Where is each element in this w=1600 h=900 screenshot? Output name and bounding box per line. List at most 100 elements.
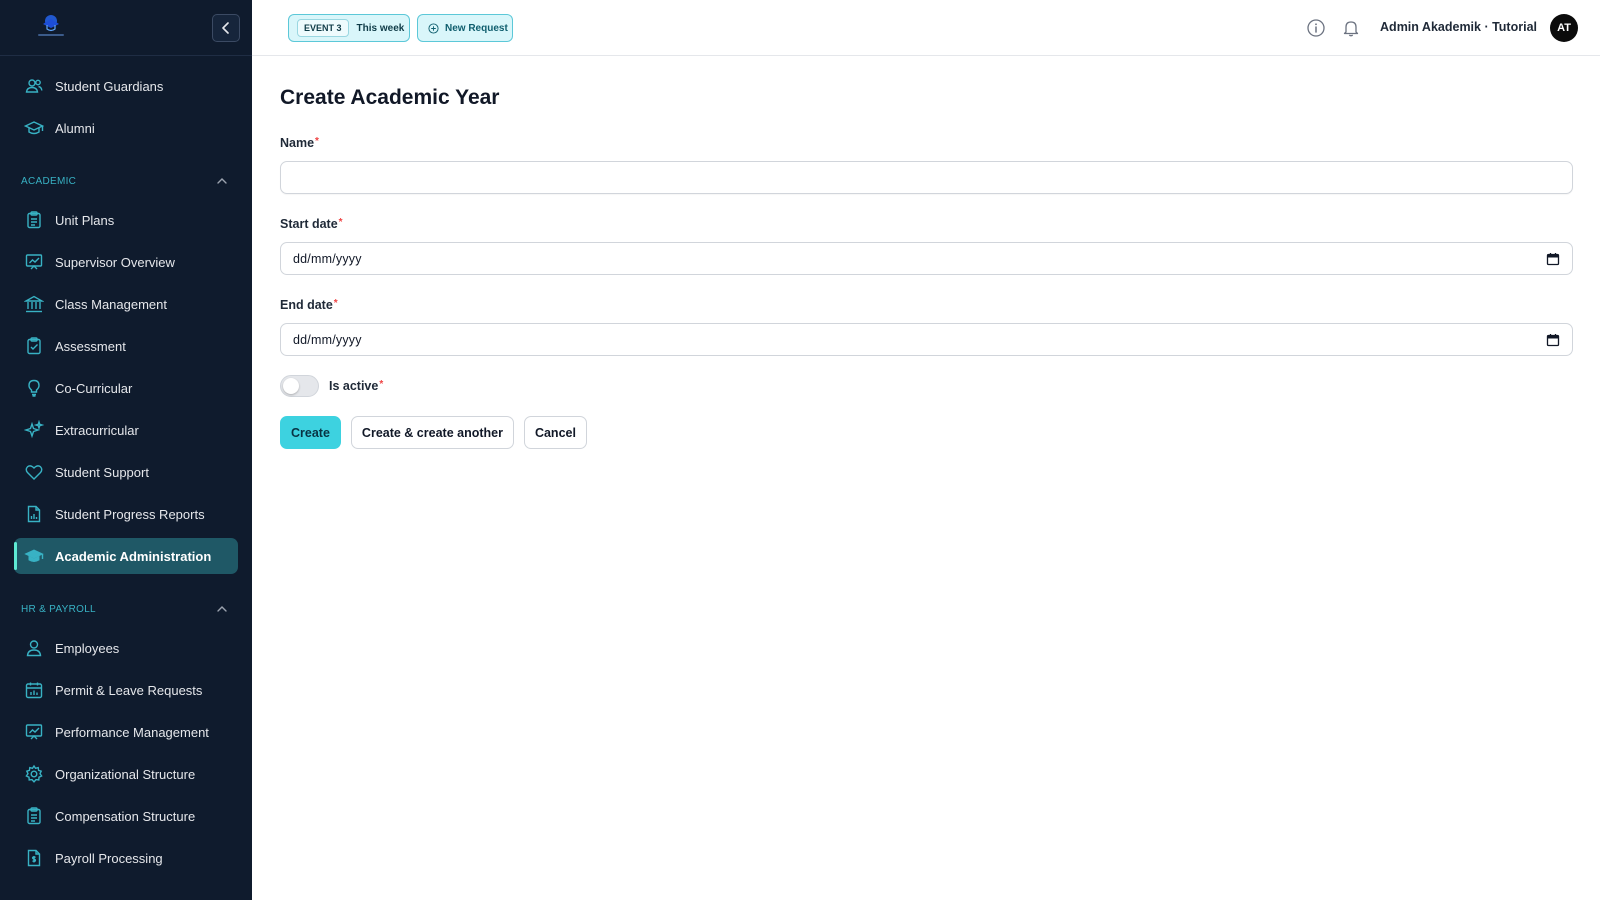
sidebar-item-student-support[interactable]: Student Support [14,454,238,490]
sidebar-item-supervisor-overview[interactable]: Supervisor Overview [14,244,238,280]
required-mark: * [333,298,338,309]
form-actions: Create Create & create another Cancel [280,416,1573,449]
collapse-sidebar-button[interactable] [212,14,240,42]
sidebar-group-academic[interactable]: ACADEMIC [21,166,228,196]
create-button[interactable]: Create [280,416,341,449]
sidebar-item-label: Compensation Structure [55,808,196,824]
create-another-button[interactable]: Create & create another [350,416,514,449]
sidebar-item-label: Permit & Leave Requests [55,682,203,698]
cancel-button[interactable]: Cancel [523,416,587,449]
sparkles-icon [24,420,44,440]
sidebar-item-academic-administration[interactable]: Academic Administration [14,538,238,574]
presentation-chart-icon [24,722,44,742]
info-icon[interactable] [1306,18,1326,38]
chevron-left-icon [222,22,229,34]
sidebar-item-permit-leave-requests[interactable]: Permit & Leave Requests [14,672,238,708]
sidebar-nav: Student Guardians Alumni ACADEMIC Unit P… [0,56,252,876]
new-request-label: New Request [445,22,508,34]
sidebar-item-label: Employees [55,640,120,656]
sidebar-item-alumni[interactable]: Alumni [14,110,238,146]
is-active-toggle[interactable] [280,375,319,397]
sidebar-item-employees[interactable]: Employees [14,630,238,666]
sidebar-item-label: Organizational Structure [55,766,196,782]
clipboard-icon [24,806,44,826]
end-date-field[interactable]: dd/mm/yyyy [280,323,1573,356]
clipboard-check-icon [24,336,44,356]
sidebar-item-student-progress-reports[interactable]: Student Progress Reports [14,496,238,532]
chevron-up-icon [217,178,227,184]
sidebar-item-label: Student Progress Reports [55,506,205,522]
sidebar-item-label: Co-Curricular [55,380,133,396]
school-logo-icon[interactable] [34,12,68,40]
create-academic-year-form: Create Academic Year Name* Start date* d… [280,56,1573,449]
topbar: EVENT 3 This week New Request Admin Akad… [252,0,1600,56]
sidebar-item-class-management[interactable]: Class Management [14,286,238,322]
sidebar-item-compensation-structure[interactable]: Compensation Structure [14,798,238,834]
calendar-icon[interactable] [1546,333,1560,347]
sidebar-item-extracurricular[interactable]: Extracurricular [14,412,238,448]
start-date-placeholder: dd/mm/yyyy [293,252,362,266]
plus-circle-icon [428,22,439,34]
page-title: Create Academic Year [280,86,500,109]
start-date-field[interactable]: dd/mm/yyyy [280,242,1573,275]
sidebar-header [0,0,252,56]
presentation-chart-icon [24,252,44,272]
new-request-button[interactable]: New Request [417,14,513,42]
event-badge: EVENT 3 [297,19,349,37]
sidebar-item-label: Student Support [55,464,149,480]
sidebar-item-label: Student Guardians [55,78,164,94]
is-active-row: Is active* [280,374,1573,398]
sidebar-item-label: Payroll Processing [55,850,163,866]
chevron-up-icon [217,606,227,612]
group-title: ACADEMIC [21,175,77,187]
sidebar-group-hr-payroll[interactable]: HR & PAYROLL [21,594,228,624]
calendar-chart-icon [24,680,44,700]
users-icon [24,76,44,96]
sidebar-item-organizational-structure[interactable]: Organizational Structure [14,756,238,792]
required-mark: * [315,136,319,147]
start-date-label-text: Start date [280,217,338,231]
event-period: This week [356,22,405,34]
is-active-label-text: Is active [329,379,379,393]
user-name[interactable]: Admin Akademik · Tutorial [1380,20,1537,34]
document-dollar-icon [24,848,44,868]
heart-icon [24,462,44,482]
sidebar-item-label: Supervisor Overview [55,254,175,270]
sidebar-item-label: Class Management [55,296,167,312]
graduation-cap-icon [24,118,44,138]
sidebar-item-payroll-processing[interactable]: Payroll Processing [14,840,238,876]
name-label: Name* [280,136,1573,152]
building-columns-icon [24,294,44,314]
document-chart-icon [24,504,44,524]
toggle-knob [283,378,299,394]
event-filter-chip[interactable]: EVENT 3 This week [288,14,410,42]
bell-icon[interactable] [1341,18,1361,38]
name-label-text: Name [280,136,315,150]
end-date-placeholder: dd/mm/yyyy [293,333,362,347]
sidebar-item-label: Performance Management [55,724,209,740]
end-date-label: End date* [280,298,1573,314]
sidebar-item-co-curricular[interactable]: Co-Curricular [14,370,238,406]
sidebar: Student Guardians Alumni ACADEMIC Unit P… [0,0,252,900]
sidebar-item-assessment[interactable]: Assessment [14,328,238,364]
sidebar-item-label: Alumni [55,120,95,136]
sidebar-item-student-guardians[interactable]: Student Guardians [14,68,238,104]
is-active-label: Is active* [329,379,383,393]
academic-cap-icon [24,546,44,566]
sidebar-item-unit-plans[interactable]: Unit Plans [14,202,238,238]
sidebar-item-label: Extracurricular [55,422,139,438]
user-icon [24,638,44,658]
sidebar-item-label: Unit Plans [55,212,115,228]
sidebar-item-performance-management[interactable]: Performance Management [14,714,238,750]
sidebar-item-label: Assessment [55,338,126,354]
avatar[interactable]: AT [1550,14,1578,42]
name-field[interactable] [280,161,1573,194]
clipboard-icon [24,210,44,230]
lightbulb-icon [24,378,44,398]
required-mark: * [379,379,384,390]
sidebar-item-label: Academic Administration [55,548,212,564]
gear-icon [24,764,44,784]
required-mark: * [338,217,343,228]
start-date-label: Start date* [280,217,1573,233]
calendar-icon[interactable] [1546,252,1560,266]
